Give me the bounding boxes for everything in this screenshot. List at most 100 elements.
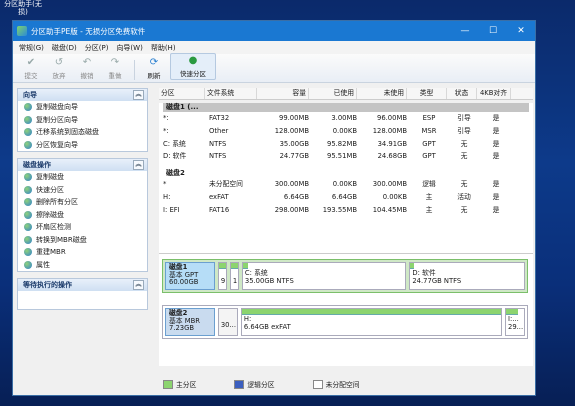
op-label: 属性 (36, 260, 50, 269)
submit-button[interactable]: ✔ 提交 (19, 57, 43, 80)
menu-help[interactable]: 帮助(H) (151, 43, 176, 53)
copy-disk-icon (24, 173, 32, 182)
undo-button[interactable]: ↶ 撤销 (75, 57, 99, 80)
table-row[interactable]: H: exFAT 6.64GB 6.64GB 0.00KB 主 活动 是 (159, 191, 533, 204)
table-cell: 34.91GB (377, 139, 407, 148)
op-convert-mbr[interactable]: 转换到MBR磁盘 (18, 234, 147, 247)
op-copy-disk[interactable]: 复制磁盘 (18, 171, 147, 184)
legend-unallocated: 未分配空间 (312, 379, 360, 390)
menu-partition[interactable]: 分区(P) (85, 43, 109, 53)
wizard-migrate-os[interactable]: 迁移系统到固态磁盘 (18, 126, 147, 139)
op-quick-partition[interactable]: 快速分区 (18, 184, 147, 197)
menu-wizard[interactable]: 向导(W) (116, 43, 142, 53)
disk1-part-msr[interactable]: 1 (229, 262, 239, 290)
op-rebuild-mbr[interactable]: 重建MBR (18, 246, 147, 259)
app-logo-icon (17, 26, 27, 36)
wizard-partition-recovery[interactable]: 分区恢复向导 (18, 139, 147, 152)
table-row[interactable]: *: FAT32 99.00MB 3.00MB 96.00MB ESP 引导 是 (159, 112, 533, 125)
col-4k-align[interactable]: 4KB对齐 (477, 88, 511, 99)
discard-button[interactable]: ↺ 放弃 (47, 57, 71, 80)
recovery-icon (24, 140, 32, 149)
table-cell: * (163, 180, 167, 189)
table-row[interactable]: * 未分配空间 300.00MB 0.00KB 300.00MB 逻辑 无 是 (159, 178, 533, 191)
table-cell: exFAT (209, 192, 229, 201)
table-row[interactable]: *: Other 128.00MB 0.00KB 128.00MB MSR 引导 是 (159, 125, 533, 138)
table-cell: *: (163, 126, 169, 135)
col-partition[interactable]: 分区 (159, 88, 205, 99)
disk1-part-d[interactable]: D: 软件 24.77GB NTFS (409, 262, 525, 290)
refresh-label: 刷新 (147, 72, 161, 80)
disk-map: 磁盘1 基本 GPT 60.00GB 9 1 C: 系统 35.00GB NTFS… (159, 254, 533, 366)
col-filesystem[interactable]: 文件系统 (205, 88, 257, 99)
col-unused[interactable]: 未使用 (357, 88, 407, 99)
table-cell: 是 (492, 126, 500, 135)
table-cell: 6.64GB (331, 192, 357, 201)
collapse-icon[interactable]: ︽ (133, 280, 144, 290)
copy-disk-icon (24, 103, 32, 112)
disk1-header[interactable]: 磁盘1 (... (163, 103, 529, 112)
title-bar[interactable]: 分区助手PE版 - 无损分区免费软件 — ☐ ✕ (13, 21, 535, 41)
disk2-part-unallocated[interactable]: 30... (217, 308, 238, 336)
menu-general[interactable]: 常规(G) (19, 43, 44, 53)
undo-label: 撤销 (80, 72, 94, 80)
op-wipe-disk[interactable]: 擦除磁盘 (18, 209, 147, 222)
minimize-button[interactable]: — (451, 21, 479, 41)
col-status[interactable]: 状态 (447, 88, 477, 99)
disk2-header[interactable]: 磁盘2 (163, 169, 529, 179)
wipe-icon (24, 210, 32, 219)
col-capacity[interactable]: 容量 (257, 88, 309, 99)
table-cell: 0.00KB (382, 192, 407, 201)
col-used[interactable]: 已使用 (309, 88, 357, 99)
quick-partition-button[interactable]: ● 快速分区 (170, 53, 216, 80)
quick-partition-icon: ● (188, 55, 198, 66)
table-row[interactable]: D: 软件 NTFS 24.77GB 95.51MB 24.68GB GPT 无 是 (159, 150, 533, 163)
disk2-bar[interactable]: 磁盘2 基本 MBR 7.23GB 30... H: 6.64GB exFAT I… (162, 305, 528, 339)
menu-disk[interactable]: 磁盘(D) (52, 43, 77, 53)
part-size: 30... (220, 321, 236, 329)
table-cell: 35.00GB (279, 139, 309, 148)
op-delete-all[interactable]: 删除所有分区 (18, 196, 147, 209)
col-type[interactable]: 类型 (407, 88, 447, 99)
disk1-bar[interactable]: 磁盘1 基本 GPT 60.00GB 9 1 C: 系统 35.00GB NTFS… (162, 259, 528, 293)
disk2-size: 7.23GB (169, 324, 195, 332)
table-cell: 逻辑 (422, 180, 436, 189)
discard-label: 放弃 (52, 72, 66, 80)
table-cell: I: EFI (163, 205, 180, 214)
wizard-item-label: 复制分区向导 (36, 115, 78, 124)
wizard-copy-partition[interactable]: 复制分区向导 (18, 114, 147, 127)
table-cell: 95.82MB (327, 139, 357, 148)
legend-label: 主分区 (176, 380, 197, 389)
table-cell: 引导 (457, 126, 471, 135)
app-window: 分区助手PE版 - 无损分区免费软件 — ☐ ✕ 常规(G) 磁盘(D) 分区(… (12, 20, 536, 396)
part-text: I:... 29... (506, 315, 524, 332)
wizard-item-label: 迁移系统到固态磁盘 (36, 128, 99, 137)
table-row[interactable]: C: 系统 NTFS 35.00GB 95.82MB 34.91GB GPT 无 是 (159, 138, 533, 151)
maximize-button[interactable]: ☐ (479, 21, 507, 41)
op-bad-sector[interactable]: 坏扇区检测 (18, 221, 147, 234)
table-cell: 是 (492, 192, 500, 201)
disk1-part-esp[interactable]: 9 (217, 262, 227, 290)
wizard-copy-disk[interactable]: 复制磁盘向导 (18, 101, 147, 114)
op-properties[interactable]: 属性 (18, 259, 147, 272)
properties-icon (24, 260, 32, 269)
disk2-label[interactable]: 磁盘2 基本 MBR 7.23GB (165, 308, 215, 336)
discard-icon: ↺ (54, 57, 64, 68)
collapse-icon[interactable]: ︽ (133, 90, 144, 100)
wizard-panel: 向导 ︽ 复制磁盘向导 复制分区向导 迁移系统到固态磁盘 分区恢复向导 (17, 88, 148, 152)
table-cell: 298.00MB (274, 205, 309, 214)
desktop-icon-label: 分区助手(无 (4, 0, 42, 8)
disk2-part-h[interactable]: H: 6.64GB exFAT (240, 308, 502, 336)
disk2-part-i[interactable]: I:... 29... (505, 308, 525, 336)
collapse-icon[interactable]: ︽ (133, 160, 144, 170)
disk1-part-c[interactable]: C: 系统 35.00GB NTFS (241, 262, 407, 290)
close-button[interactable]: ✕ (507, 21, 535, 41)
redo-button[interactable]: ↷ 重做 (103, 57, 127, 80)
disk-ops-panel-title: 磁盘操作 (23, 161, 51, 169)
table-cell: MSR (421, 126, 437, 135)
disk1-label[interactable]: 磁盘1 基本 GPT 60.00GB (165, 262, 215, 290)
left-pane: 向导 ︽ 复制磁盘向导 复制分区向导 迁移系统到固态磁盘 分区恢复向导 磁盘操作 ︽… (17, 88, 148, 393)
table-row[interactable]: I: EFI FAT16 298.00MB 193.55MB 104.45MB 主 无 是 (159, 204, 533, 217)
refresh-button[interactable]: ⟳ 刷新 (142, 57, 166, 80)
check-icon: ✔ (26, 57, 36, 68)
desktop-icon[interactable]: 分区助手(无 损) (0, 0, 46, 20)
